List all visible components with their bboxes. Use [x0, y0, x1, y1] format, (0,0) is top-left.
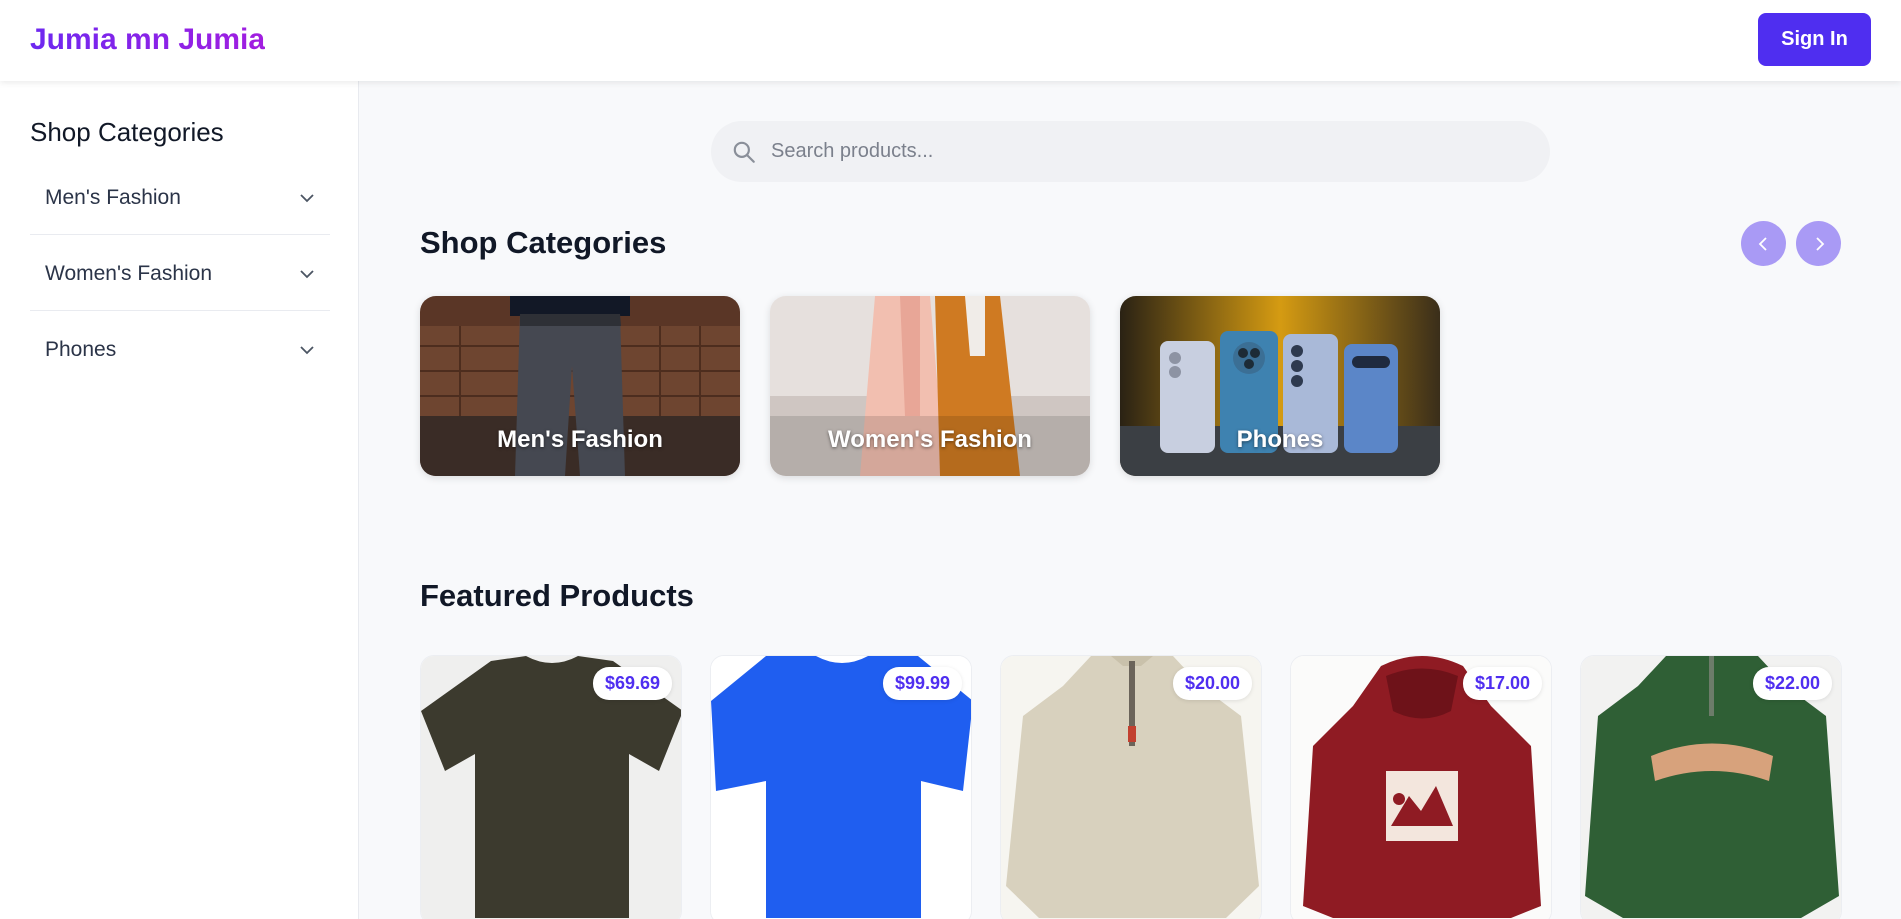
carousel-prev-button[interactable] [1741, 221, 1786, 266]
price-badge: $99.99 [882, 667, 962, 700]
top-header: Jumia mn Jumia Sign In [0, 0, 1901, 81]
category-label: Women's Fashion [828, 426, 1032, 453]
price-badge: $22.00 [1752, 667, 1832, 700]
price-badge: $69.69 [592, 667, 672, 700]
sidebar-item-label: Women's Fashion [45, 261, 213, 285]
chevron-down-icon [300, 346, 314, 355]
product-card[interactable]: $22.00 [1580, 655, 1842, 919]
search-input[interactable] [771, 140, 1531, 163]
product-card[interactable]: $69.69 [420, 655, 682, 919]
category-label: Phones [1236, 426, 1324, 453]
category-card-womens-fashion[interactable]: Women's Fashion [770, 296, 1090, 476]
sidebar-title: Shop Categories [30, 117, 224, 147]
carousel-next-button[interactable] [1796, 221, 1841, 266]
sidebar-item-womens-fashion[interactable]: Women's Fashion [30, 237, 330, 311]
shop-categories-heading: Shop Categories [420, 225, 667, 260]
chevron-down-icon [300, 269, 314, 278]
price-badge: $20.00 [1172, 667, 1252, 700]
product-card[interactable]: $99.99 [710, 655, 972, 919]
sidebar-item-label: Phones [45, 338, 117, 361]
search-icon [733, 141, 755, 163]
product-card[interactable]: $17.00 [1290, 655, 1552, 919]
chevron-down-icon [300, 193, 314, 202]
category-card-phones[interactable]: Phones [1120, 296, 1440, 476]
category-card-mens-fashion[interactable]: Men's Fashion [420, 296, 740, 476]
sidebar-item-label: Men's Fashion [45, 185, 181, 209]
featured-products-heading: Featured Products [420, 578, 694, 613]
sidebar-item-mens-fashion[interactable]: Men's Fashion [30, 161, 330, 235]
chevron-left-icon [1758, 236, 1767, 251]
price-badge: $17.00 [1462, 667, 1542, 700]
sign-in-button[interactable]: Sign In [1758, 13, 1871, 66]
chevron-right-icon [1815, 236, 1824, 251]
category-label: Men's Fashion [497, 426, 663, 453]
search-bar[interactable] [711, 121, 1550, 182]
sidebar-item-phones[interactable]: Phones [30, 313, 330, 387]
category-sidebar: Shop Categories Men's Fashion Women's Fa… [0, 81, 359, 919]
product-card[interactable]: $20.00 [1000, 655, 1262, 919]
brand-logo[interactable]: Jumia mn Jumia [30, 23, 265, 57]
